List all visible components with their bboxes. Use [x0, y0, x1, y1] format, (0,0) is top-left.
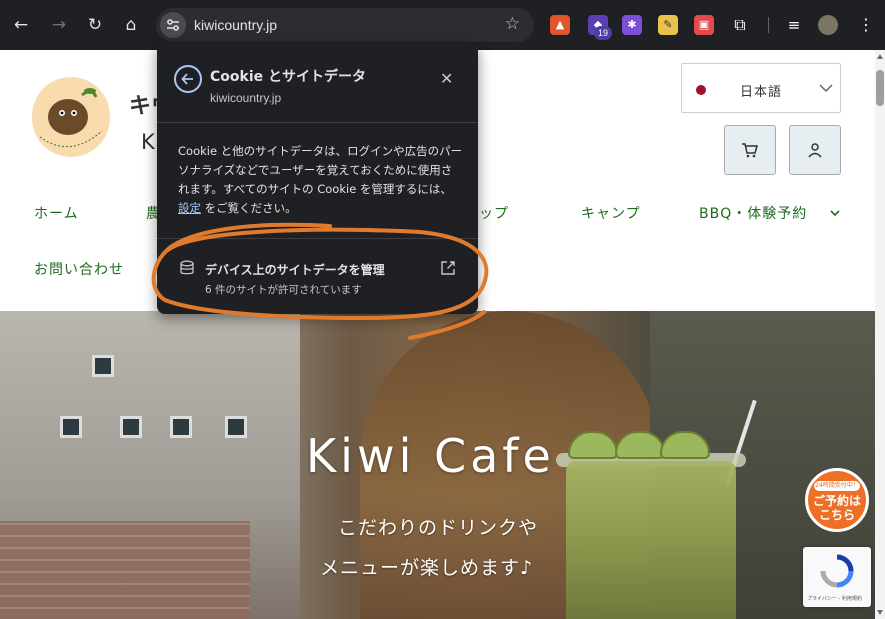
address-bar[interactable]: kiwicountry.jp ☆ — [156, 8, 534, 42]
hero-brick — [0, 521, 250, 619]
manage-site-data-label: デバイス上のサイトデータを管理 — [205, 263, 385, 277]
toolbar-divider — [768, 17, 769, 33]
japan-flag-icon — [696, 85, 706, 95]
hero-tagline-1: こだわりのドリンクや — [338, 517, 539, 539]
hero-banner: Kiwi Cafe こだわりのドリンクや メニューが楽しめます♪ 24時間受付中… — [0, 311, 875, 619]
popup-domain: kiwicountry.jp — [210, 91, 282, 105]
site-logo[interactable] — [32, 77, 110, 157]
recaptcha-icon — [820, 554, 854, 588]
reserve-main-text: ご予約は こちら — [812, 494, 861, 522]
extension-gear-icon[interactable]: ✱ — [622, 15, 642, 35]
manage-site-data-row[interactable]: デバイス上のサイトデータを管理 6 件のサイトが許可されています — [157, 245, 478, 301]
url-text: kiwicountry.jp — [194, 17, 277, 33]
cart-icon — [742, 143, 758, 158]
extension-orange-icon[interactable]: ▲ — [550, 15, 570, 35]
database-icon — [180, 260, 194, 275]
manage-site-data-sub: 6 件のサイトが許可されています — [205, 284, 362, 296]
page-scrollbar[interactable] — [875, 50, 885, 619]
account-button[interactable] — [789, 125, 841, 175]
bookmark-star-icon[interactable]: ☆ — [505, 14, 520, 34]
extension-badge: 19 — [594, 26, 612, 40]
language-select[interactable]: 日本語 — [681, 63, 841, 113]
nav-chevron-down-icon[interactable] — [829, 207, 841, 219]
media-queue-icon[interactable]: ≡ — [784, 15, 804, 35]
hero-window — [225, 416, 247, 438]
scroll-thumb[interactable] — [876, 70, 884, 106]
nav-bbq[interactable]: BBQ・体験予約 — [699, 203, 807, 223]
popup-description-tail: をご覧ください。 — [201, 201, 297, 215]
popup-description-text: Cookie と他のサイトデータは、ログインや広告のパーソナライズなどでユーザー… — [178, 144, 463, 196]
brand-subtitle: K — [141, 130, 155, 154]
profile-avatar[interactable] — [818, 15, 838, 35]
cookie-site-data-popup: Cookie とサイトデータ kiwicountry.jp ✕ Cookie と… — [157, 43, 478, 314]
home-icon[interactable]: ⌂ — [118, 12, 144, 38]
hero-window — [170, 416, 192, 438]
popup-back-button[interactable] — [174, 65, 202, 93]
back-arrow-icon — [181, 73, 193, 85]
back-arrow-icon[interactable]: ← — [8, 12, 34, 38]
site-info-button[interactable] — [160, 12, 186, 38]
extensions-puzzle-icon[interactable]: ⧉ — [730, 15, 750, 35]
screen: ← → ↻ ⌂ kiwicountry.jp ☆ ▲ ◆ 19 ✱ ✎ ▣ ⧉ … — [0, 0, 885, 619]
popup-divider — [157, 122, 478, 123]
scroll-down-arrow-icon[interactable] — [877, 610, 883, 615]
open-in-new-icon[interactable] — [440, 260, 456, 276]
hero-window — [60, 416, 82, 438]
nav-contact[interactable]: お問い合わせ — [34, 259, 124, 279]
extension-notes-icon[interactable]: ✎ — [658, 15, 678, 35]
hero-title: Kiwi Cafe — [306, 429, 555, 483]
popup-title: Cookie とサイトデータ — [210, 69, 366, 85]
extension-red-icon[interactable]: ▣ — [694, 15, 714, 35]
forward-arrow-icon[interactable]: → — [46, 12, 72, 38]
recaptcha-links[interactable]: プライバシー - 利用規約 — [807, 595, 862, 602]
hero-window — [92, 355, 114, 377]
menu-kebab-icon[interactable]: ⋮ — [856, 15, 876, 35]
close-icon[interactable]: ✕ — [440, 69, 453, 88]
nav-home[interactable]: ホーム — [34, 203, 79, 223]
cart-button[interactable] — [724, 125, 776, 175]
popup-divider — [157, 238, 478, 239]
user-icon — [808, 143, 822, 158]
reload-icon[interactable]: ↻ — [82, 12, 108, 38]
scroll-up-arrow-icon[interactable] — [877, 54, 883, 59]
popup-description: Cookie と他のサイトデータは、ログインや広告のパーソナライズなどでユーザー… — [178, 142, 463, 218]
language-value: 日本語 — [740, 85, 783, 100]
nav-camp[interactable]: キャンプ — [581, 203, 641, 223]
hero-tagline-2: メニューが楽しめます♪ — [320, 557, 534, 579]
hero-window — [120, 416, 142, 438]
reserve-button[interactable]: 24時間受付中！ ご予約は こちら — [805, 468, 869, 532]
reserve-small-text: 24時間受付中！ — [814, 481, 860, 491]
recaptcha-badge[interactable]: プライバシー - 利用規約 — [803, 547, 871, 607]
hero-cup — [566, 461, 736, 619]
kiwi-mascot-icon — [39, 88, 103, 148]
tune-icon — [167, 19, 179, 31]
chevron-down-icon — [819, 84, 833, 93]
settings-link[interactable]: 設定 — [178, 201, 201, 215]
